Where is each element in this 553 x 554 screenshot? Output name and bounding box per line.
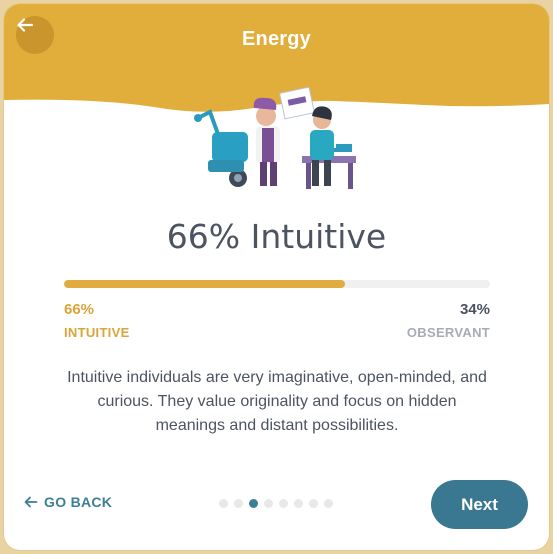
step-dot — [249, 499, 258, 508]
result-progress-bar — [64, 280, 490, 288]
result-description: Intuitive individuals are very imaginati… — [67, 369, 487, 434]
step-dot — [219, 499, 228, 508]
intuitive-illustration — [194, 86, 356, 189]
result-headline: 66% Intuitive — [166, 217, 387, 256]
observant-percent: 34% — [459, 301, 490, 318]
quiz-card: Energy 66% Intuitive 66% 34% INTUITIVE O… — [4, 4, 549, 550]
observant-label: OBSERVANT — [406, 325, 490, 340]
step-dot — [279, 499, 288, 508]
intuitive-label: INTUITIVE — [64, 325, 130, 340]
intuitive-percent: 66% — [64, 301, 95, 318]
step-dot — [294, 499, 303, 508]
step-dot — [264, 499, 273, 508]
go-back-link[interactable]: GO BACK — [24, 494, 112, 510]
step-indicator — [219, 499, 333, 508]
go-back-label: GO BACK — [44, 494, 113, 510]
step-dot — [234, 499, 243, 508]
arrow-left-icon — [24, 496, 38, 508]
step-dot — [309, 499, 318, 508]
next-button[interactable]: Next — [431, 480, 528, 529]
step-dot — [324, 499, 333, 508]
result-progress-fill — [64, 280, 346, 288]
page-title: Energy — [241, 28, 311, 50]
